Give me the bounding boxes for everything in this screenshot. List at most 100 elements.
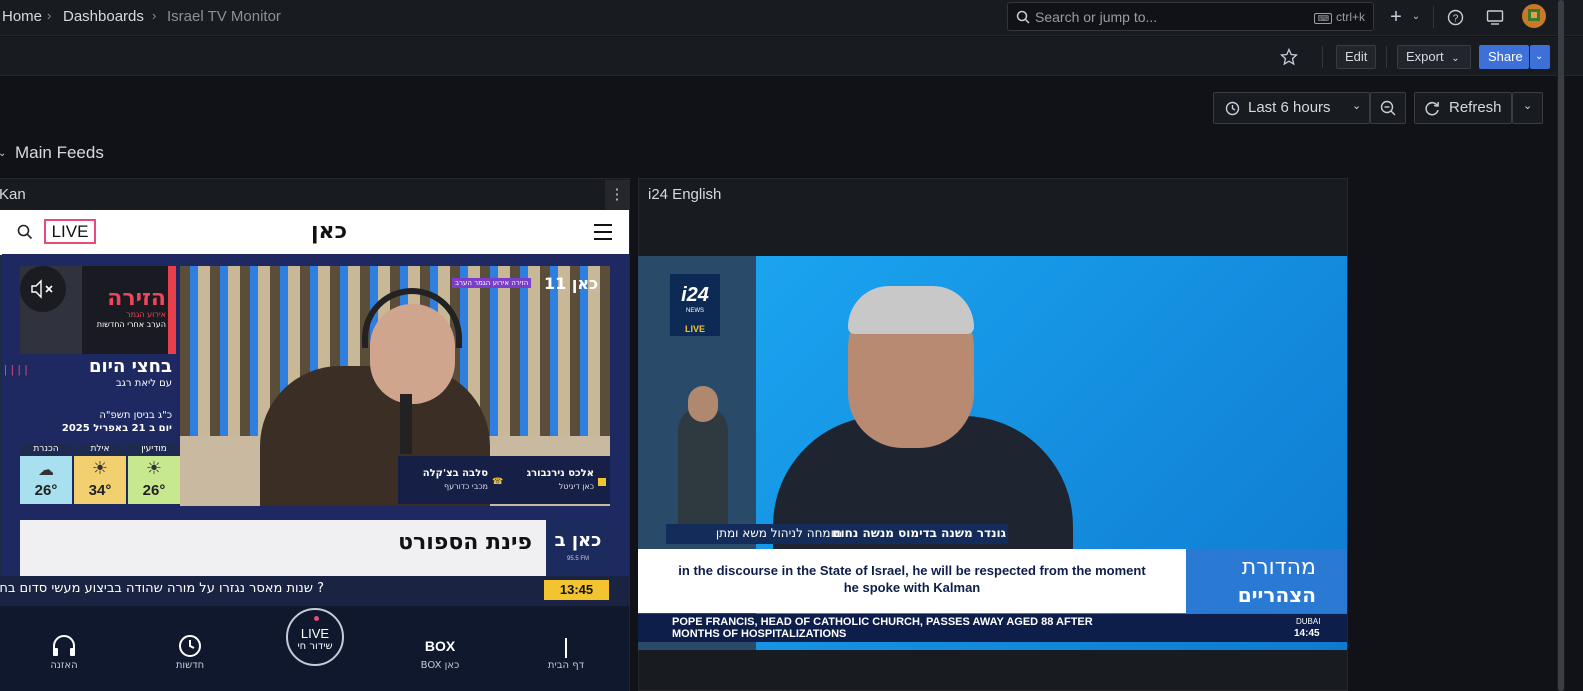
bottom-nav-label: חדשות [175, 660, 205, 671]
share-button[interactable]: Share [1479, 45, 1529, 69]
i24-video[interactable]: i24 NEWS LIVE גונדר משנה בדימוס מנשה נחו… [638, 256, 1347, 650]
phone-icon: ☎ [492, 476, 504, 486]
bottom-nav-label: דף הבית [547, 660, 585, 671]
ticker-city: DUBAI [1296, 617, 1321, 626]
panel-title[interactable]: Kan [0, 186, 26, 203]
chevron-down-icon: ⌄ [1451, 53, 1460, 64]
mute-button[interactable] [20, 266, 66, 312]
divider [1433, 6, 1434, 28]
station-frequency: 95.5 FM [566, 556, 589, 562]
lower-third-name: גונדר משנה בדימוס מנשה נחום [832, 526, 1006, 540]
program-title-2: הצהריים [1237, 583, 1316, 607]
bottom-nav-home[interactable]: דף הבית [536, 632, 596, 682]
panel-title[interactable]: i24 English [648, 186, 721, 203]
program-badge: מהדורת הצהריים [1186, 549, 1347, 613]
box-icon: BOX [424, 638, 456, 654]
page-scrollbar[interactable] [1558, 0, 1564, 691]
bottom-nav-box[interactable]: BOX כאן BOX [410, 632, 470, 682]
row-title[interactable]: Main Feeds [15, 143, 104, 163]
live-dot-icon [314, 616, 319, 621]
top-nav: Home › Dashboards › Israel TV Monitor Se… [0, 0, 1583, 36]
sun-icon: ☀ [145, 458, 163, 478]
refresh-button[interactable]: Refresh [1414, 92, 1512, 124]
svg-text:?: ? [1453, 14, 1459, 25]
promo-subtitle-2: הערב אחרי החדשות [96, 320, 166, 329]
hamburger-menu-icon[interactable] [593, 223, 613, 241]
live-button[interactable]: LIVE שידור חי [286, 608, 344, 666]
speaker-muted-icon [31, 279, 53, 299]
bottom-nav-news[interactable]: חדשות [160, 632, 220, 682]
date-gregorian: יום ב 21 באפריל 2025 [61, 423, 172, 434]
kan-header: LIVE כאן [0, 210, 629, 255]
ticker-clock: 13:45 [544, 580, 609, 600]
show-title: בחצי היום [88, 356, 172, 377]
breadcrumb-dashboards[interactable]: Dashboards [63, 8, 144, 25]
live-badge[interactable]: LIVE [44, 219, 96, 244]
ticker-clock: 14:45 [1294, 628, 1320, 639]
weather-tile: ☁ 26° [20, 456, 72, 504]
kan-logo[interactable]: כאן [311, 219, 347, 244]
weather-item: הכנרת ☁ 26° [20, 444, 72, 504]
help-icon[interactable]: ? [1447, 9, 1464, 26]
weather-item: מודיעין ☀ 26° [128, 444, 180, 504]
edit-button[interactable]: Edit [1336, 45, 1377, 69]
refresh-label: Refresh [1449, 99, 1502, 116]
keyboard-icon: ⌨ [1314, 13, 1332, 24]
show-host: עם ליאת רגב [116, 378, 172, 389]
chevron-down-icon[interactable]: ⌄ [0, 148, 6, 159]
breadcrumb-home[interactable]: Home [2, 8, 42, 25]
news-clock-icon [179, 635, 201, 657]
cloud-sun-icon: ☁ [38, 462, 54, 479]
i24-ticker: POPE FRANCIS, HEAD OF CATHOLIC CHURCH, P… [638, 614, 1347, 642]
channel-logo: כאן 11 [544, 274, 599, 293]
breadcrumb-current: Israel TV Monitor [167, 8, 281, 25]
bottom-nav-listen[interactable]: האזנה [34, 632, 94, 682]
zoom-out-icon [1380, 100, 1396, 116]
monitor-icon[interactable] [1486, 9, 1504, 26]
weather-item: אילת ☀ 34° [74, 444, 126, 504]
breadcrumb-separator: › [47, 8, 52, 23]
star-icon[interactable] [1280, 48, 1298, 66]
panel-menu-icon[interactable]: ⋮ [605, 180, 629, 210]
weather-city: מודיעין [128, 444, 180, 456]
divider [1386, 46, 1387, 68]
search-shortcut: ⌨ ctrl+k [1314, 10, 1365, 24]
ticker-line-2: MONTHS OF HOSPITALIZATIONS [672, 628, 847, 640]
zoom-out-button[interactable] [1370, 92, 1406, 124]
clock-icon [1225, 101, 1240, 116]
date-hebrew: כ"ג בניסן תשפ"ה [99, 410, 172, 421]
weather-tile: ☀ 26° [128, 456, 180, 504]
search-icon[interactable] [17, 224, 33, 240]
subtitle-bar: in the discourse in the State of Israel,… [638, 549, 1186, 613]
time-range-label: Last 6 hours [1248, 99, 1331, 116]
share-options-button[interactable]: ⌄ [1530, 45, 1550, 69]
callers-box: אלכס נירנבורג כאן דיגיטל סלבה בצ'קלה מכב… [398, 456, 610, 504]
search-input[interactable]: Search or jump to... ⌨ ctrl+k [1007, 2, 1374, 31]
export-label: Export [1406, 49, 1444, 64]
caller-subtitle: כאן דיגיטל [558, 482, 594, 491]
avatar[interactable] [1522, 4, 1546, 28]
time-range-picker[interactable]: Last 6 hours ⌄ [1213, 92, 1370, 124]
decorative-marks: |||| [4, 364, 32, 376]
refresh-icon [1425, 101, 1439, 116]
chevron-down-icon: ⌄ [1523, 100, 1533, 112]
kan-ticker: ? שנות מאסר נגזרו על מורה שהודה בביצוע מ… [0, 576, 629, 606]
weather-temp: 26° [34, 482, 58, 499]
breadcrumb-separator: › [152, 8, 157, 23]
weather-temp: 34° [88, 482, 112, 499]
add-icon[interactable]: + [1385, 6, 1407, 28]
refresh-interval-button[interactable]: ⌄ [1512, 92, 1543, 124]
kan-video[interactable]: הזירה אירוע הגמר הערב כאן 11 הזירה אירוע… [2, 254, 629, 609]
export-button[interactable]: Export ⌄ [1397, 45, 1471, 69]
i24-logo: i24 NEWS LIVE [670, 274, 720, 336]
i24-logo-sub: NEWS [686, 308, 704, 314]
search-icon [1016, 10, 1030, 24]
live-button-top: LIVE [300, 626, 330, 641]
weather-city: הכנרת [20, 444, 72, 456]
caller-name: אלכס נירנבורג [526, 468, 594, 479]
ticker-text: ? שנות מאסר נגזרו על מורה שהודה בביצוע מ… [0, 581, 324, 596]
subtitle-line-1: in the discourse in the State of Israel,… [678, 563, 1146, 578]
chevron-down-icon[interactable]: ⌄ [1405, 6, 1427, 28]
chevron-down-icon: ⌄ [1352, 100, 1362, 112]
weather-temp: 26° [142, 482, 166, 499]
